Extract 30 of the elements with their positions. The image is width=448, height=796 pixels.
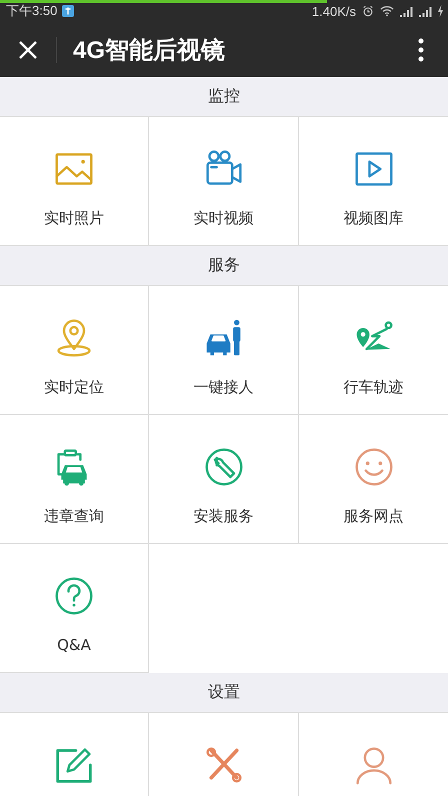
menu-tile[interactable]: Q&A [0, 544, 149, 673]
tile-label: 实时定位 [44, 378, 104, 397]
section-header: 设置 [0, 673, 448, 713]
tile-label: 实时视频 [194, 209, 254, 228]
tile-label: 服务网点 [344, 507, 404, 526]
close-button[interactable] [18, 40, 38, 60]
signal-icon [399, 5, 413, 17]
charging-icon [437, 5, 444, 17]
menu-tile[interactable]: 实时视频 [149, 117, 299, 246]
tile-label: 安装服务 [194, 507, 254, 526]
menu-tile[interactable]: 违章查询 [0, 415, 149, 544]
section-header: 服务 [0, 246, 448, 286]
menu-tile[interactable]: 一键接人 [149, 286, 299, 415]
more-menu-button[interactable] [418, 38, 424, 62]
tile-label: 实时照片 [44, 209, 104, 228]
alarm-icon [361, 5, 375, 17]
tile-label: 视频图库 [344, 209, 404, 228]
menu-tile[interactable]: 实时照片 [0, 117, 149, 246]
clock: 下午3:50 [6, 2, 58, 20]
menu-tile[interactable]: 实时定位 [0, 286, 149, 415]
tile-label: 行车轨迹 [344, 378, 404, 397]
tile-label: 违章查询 [44, 507, 104, 526]
network-speed: 1.40K/s [312, 4, 356, 18]
signal-icon [418, 5, 432, 17]
section-header: 监控 [0, 77, 448, 117]
menu-tile[interactable]: 安装服务 [149, 415, 299, 544]
tile-label: Q&A [57, 636, 91, 654]
wifi-icon [380, 5, 394, 17]
tile-label: 一键接人 [194, 378, 254, 397]
page-title: 4G智能后视镜 [73, 36, 226, 66]
